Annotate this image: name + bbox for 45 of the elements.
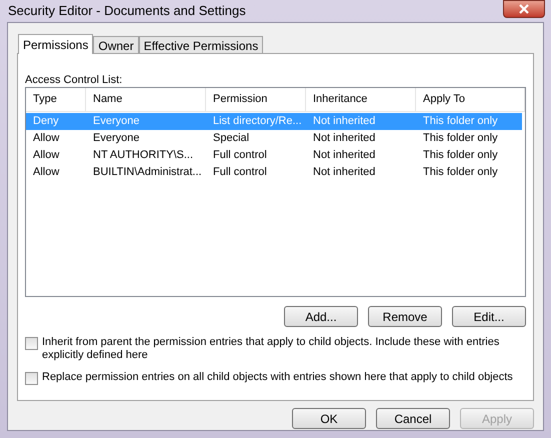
list-cell-text: This folder only: [422, 131, 499, 146]
list-cell-text: Special: [212, 131, 250, 146]
checkbox-label: Replace permission entries on all child objects with entries shown here that apply to child objects: [42, 371, 513, 384]
list-cell-text: Not inherited: [312, 148, 376, 164]
list-cell-text: Not inherited: [312, 114, 376, 130]
window-title: Security Editor - Documents and Settings: [8, 2, 246, 20]
list-cell-text: List directory/Re...: [212, 114, 303, 130]
list-cell-text: BUILTIN\Administrat...: [92, 165, 203, 180]
close-button[interactable]: [503, 0, 545, 18]
list-row[interactable]: Allow BUILTIN\Administrat... Full control Not inherited This folder only: [26, 164, 522, 181]
dialog-button[interactable]: Cancel: [376, 408, 450, 429]
list-cell-text: Allow: [32, 148, 60, 164]
checkbox-label: Inherit from parent the permission entries that apply to child objects. Include these with entries explicitly defined here: [42, 336, 500, 362]
tab[interactable]: Effective Permissions: [138, 36, 264, 53]
dialog-button[interactable]: OK: [292, 408, 366, 429]
column-header[interactable]: Permission: [206, 88, 306, 111]
list-cell-text: Everyone: [92, 131, 140, 146]
list-label: Access Control List:: [25, 73, 124, 87]
list-cell-text: NT AUTHORITY\S...: [92, 148, 194, 164]
dialog-button[interactable]: Remove: [368, 306, 442, 327]
tab[interactable]: Owner: [93, 36, 139, 53]
list-cell-text: Full control: [212, 148, 268, 164]
tab[interactable]: Permissions: [18, 34, 94, 54]
dialog-button[interactable]: Edit...: [452, 306, 526, 327]
column-header[interactable]: Type: [26, 88, 86, 111]
column-header[interactable]: Apply To: [416, 88, 525, 111]
list-cell-text: Allow: [32, 131, 60, 146]
list-cell-text: This folder only: [422, 114, 499, 130]
checkbox[interactable]: [25, 337, 38, 350]
column-header[interactable]: Inheritance: [306, 88, 416, 111]
dialog-button[interactable]: Add...: [284, 306, 358, 327]
list-cell-text: Allow: [32, 165, 60, 180]
access-control-list[interactable]: [25, 87, 526, 297]
close-icon: [519, 4, 529, 14]
checkbox[interactable]: [25, 372, 38, 385]
column-header[interactable]: Name: [86, 88, 206, 111]
list-cell-text: Not inherited: [312, 131, 376, 146]
list-cell-text: Not inherited: [312, 165, 376, 180]
list-row[interactable]: Allow NT AUTHORITY\S... Full control Not inherited This folder only: [26, 147, 522, 164]
list-row[interactable]: Allow Everyone Special Not inherited This folder only: [26, 130, 522, 147]
list-cell-text: Deny: [32, 114, 60, 130]
list-cell-text: Full control: [212, 165, 268, 180]
list-cell-text: This folder only: [422, 148, 499, 164]
list-cell-text: This folder only: [422, 165, 499, 180]
list-cell-text: Everyone: [92, 114, 140, 130]
